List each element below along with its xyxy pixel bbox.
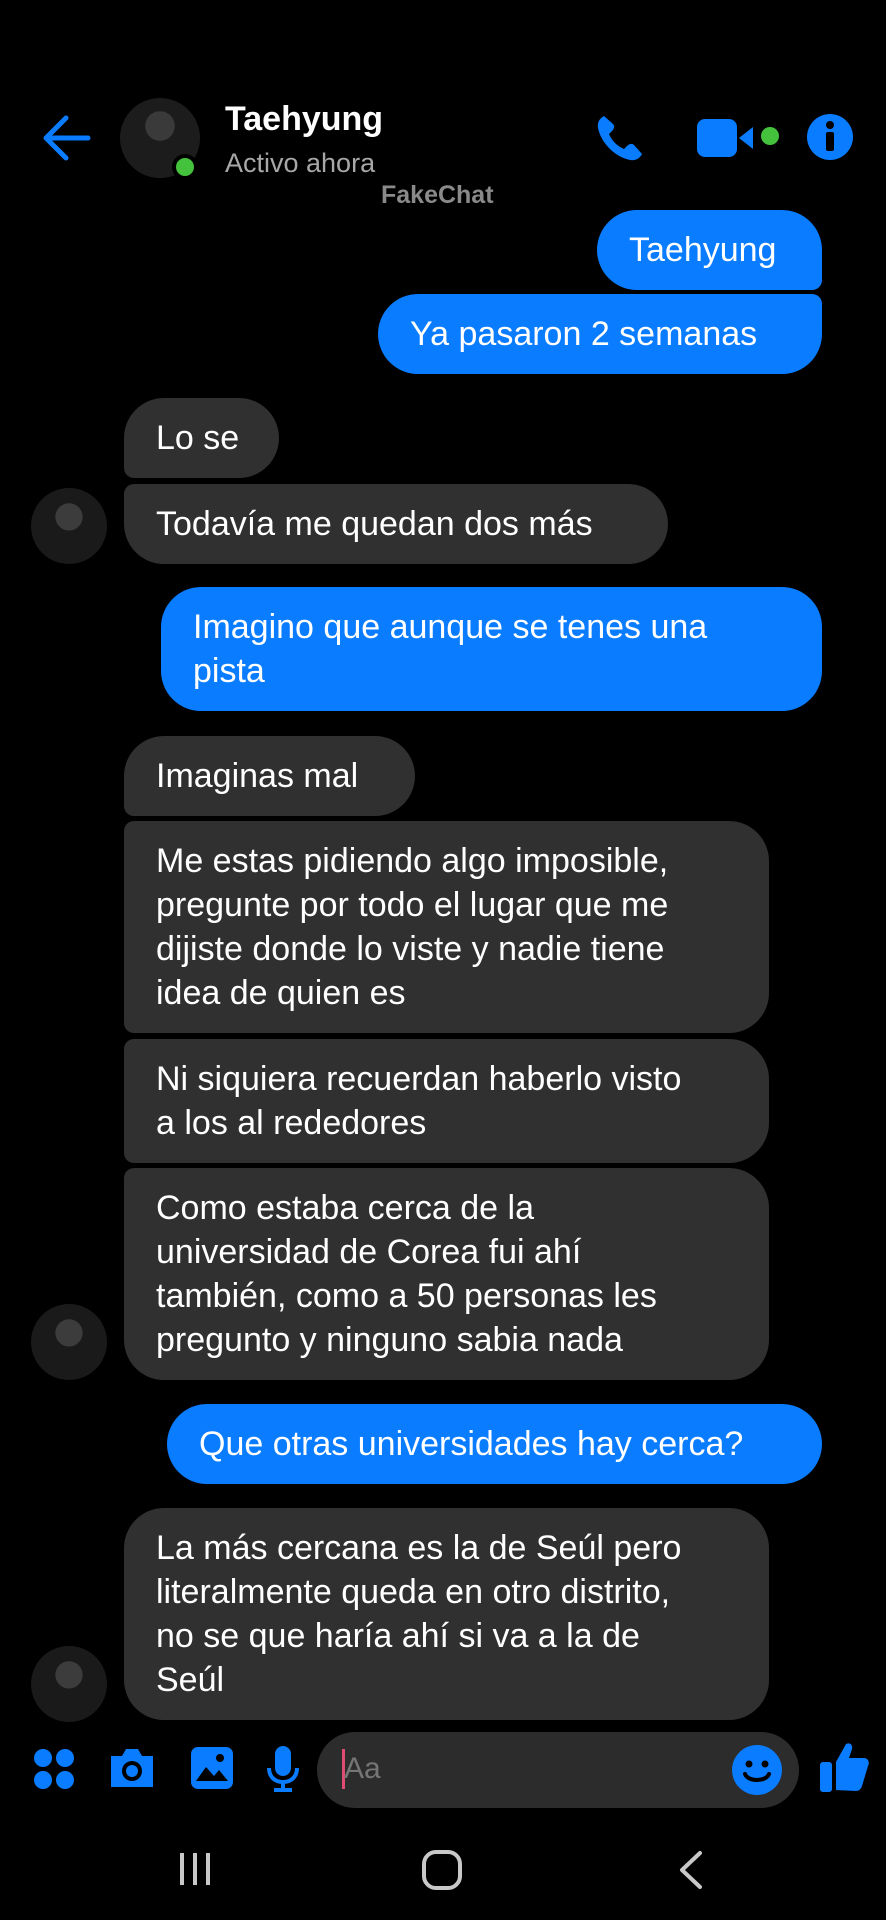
message-text: Que otras universidades hay cerca? (199, 1425, 744, 1463)
message-bubble-received[interactable]: Imaginas mal (124, 736, 415, 816)
message-bubble-sent[interactable]: Imagino que aunque se tenes una pista (161, 587, 822, 711)
message-bubble-received[interactable]: Lo se (124, 398, 279, 478)
thumbs-up-icon[interactable] (818, 1740, 870, 1794)
message-bubble-sent[interactable]: Ya pasaron 2 semanas (378, 294, 822, 374)
microphone-icon[interactable] (266, 1744, 300, 1794)
apps-grid-icon[interactable] (33, 1748, 75, 1790)
active-status: Activo ahora (225, 148, 376, 178)
message-bubble-received[interactable]: Todavía me quedan dos más (124, 484, 668, 564)
message-bubble-received[interactable]: Me estas pidiendo algo imposible, pregun… (124, 821, 769, 1033)
message-text: Imaginas mal (156, 757, 359, 795)
message-bubble-received[interactable]: Como estaba cerca de la universidad de C… (124, 1168, 769, 1380)
contact-avatar-small[interactable] (31, 1646, 107, 1722)
info-icon[interactable] (805, 112, 855, 162)
image-gallery-icon[interactable] (189, 1745, 235, 1791)
camera-icon[interactable] (107, 1746, 157, 1790)
online-status-dot (172, 154, 198, 180)
message-bubble-received[interactable]: Ni siquiera recuerdan haberlo visto a lo… (124, 1039, 769, 1163)
video-call-icon[interactable] (695, 115, 783, 161)
message-text: Como estaba cerca de la universidad de C… (156, 1189, 657, 1359)
phone-call-icon[interactable] (592, 110, 648, 166)
message-input[interactable] (344, 1748, 724, 1790)
system-back-icon[interactable] (676, 1850, 706, 1890)
message-text: Me estas pidiendo algo imposible, pregun… (156, 842, 669, 1012)
recent-apps-icon[interactable] (177, 1851, 213, 1887)
contact-name[interactable]: Taehyung (225, 100, 383, 139)
message-bubble-received[interactable]: La más cercana es la de Seúl pero litera… (124, 1508, 769, 1720)
message-text: Ya pasaron 2 semanas (410, 315, 758, 353)
message-text: Taehyung (629, 231, 777, 269)
back-arrow-icon[interactable] (40, 112, 92, 164)
message-text: La más cercana es la de Seúl pero litera… (156, 1529, 682, 1699)
message-text: Todavía me quedan dos más (156, 505, 593, 543)
emoji-icon[interactable] (731, 1744, 783, 1796)
message-bubble-sent[interactable]: Taehyung (597, 210, 822, 290)
message-text: Imagino que aunque se tenes una pista (193, 608, 708, 690)
contact-avatar-small[interactable] (31, 488, 107, 564)
message-text: Ni siquiera recuerdan haberlo visto a lo… (156, 1060, 682, 1142)
message-text: Lo se (156, 419, 240, 457)
home-icon[interactable] (421, 1849, 463, 1891)
watermark-text: FakeChat (381, 181, 494, 209)
contact-avatar-small[interactable] (31, 1304, 107, 1380)
message-bubble-sent[interactable]: Que otras universidades hay cerca? (167, 1404, 822, 1484)
